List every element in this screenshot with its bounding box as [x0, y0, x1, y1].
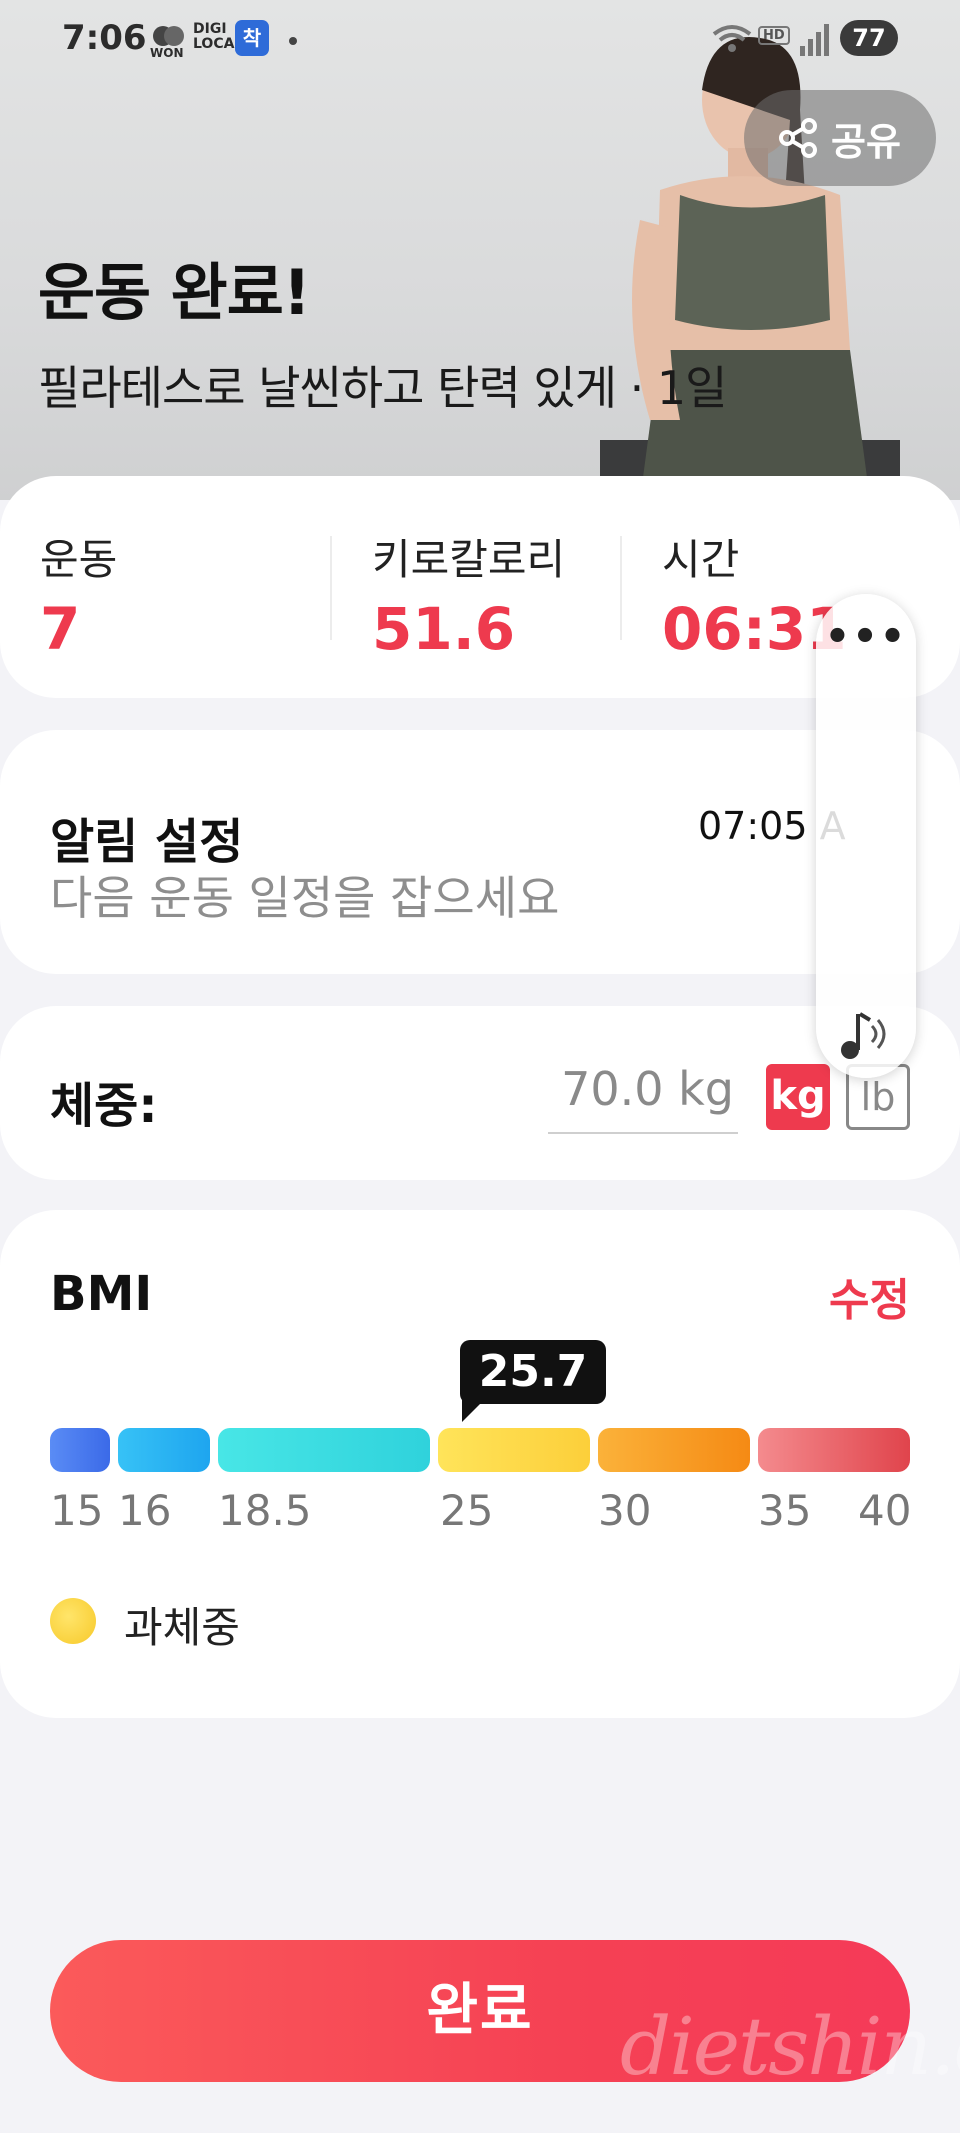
workout-subtitle: 필라테스로 날씬하고 탄력 있게 · 1일	[38, 361, 727, 415]
battery-indicator: 77	[840, 20, 898, 56]
bmi-segment-severe	[758, 1428, 910, 1472]
weight-input[interactable]: 70.0 kg	[548, 1062, 738, 1134]
won-label: WON	[150, 46, 184, 60]
status-time: 7:06	[62, 18, 147, 58]
stat-kcal: 키로칼로리 51.6	[372, 526, 565, 663]
bmi-segment-underweight-severe	[50, 1428, 110, 1472]
bmi-category-dot	[50, 1598, 96, 1644]
bmi-tick: 16	[118, 1486, 172, 1535]
stat-divider	[620, 536, 622, 640]
bmi-tick: 40	[858, 1486, 912, 1535]
bmi-title: BMI	[50, 1266, 153, 1322]
unit-kg-toggle[interactable]: kg	[766, 1064, 830, 1130]
digi-loca-label: DIGI LOCA	[193, 21, 235, 52]
bmi-tick: 25	[440, 1486, 494, 1535]
bmi-segment-obese	[598, 1428, 750, 1472]
notification-dot	[289, 37, 297, 45]
wifi-icon	[712, 25, 752, 52]
bmi-value-bubble: 25.7	[460, 1340, 606, 1404]
chak-app-icon: 착	[235, 20, 269, 56]
audio-icon[interactable]	[836, 1006, 896, 1062]
stat-exercise: 운동 7	[40, 526, 117, 663]
kcal-value: 51.6	[372, 595, 516, 663]
weight-label: 체중:	[50, 1078, 158, 1134]
bmi-tick: 18.5	[218, 1486, 312, 1535]
exercise-label: 운동	[40, 535, 118, 584]
bmi-tick: 15	[50, 1486, 104, 1535]
more-icon[interactable]: •••	[816, 614, 916, 660]
bmi-tick: 30	[598, 1486, 652, 1535]
bmi-card: BMI 수정 25.7 15 16 18.5 25 30 35 40 과체중	[0, 1210, 960, 1718]
stat-divider	[330, 536, 332, 640]
share-icon	[779, 118, 818, 158]
share-button[interactable]: 공유	[744, 90, 936, 186]
bmi-bubble-pointer	[462, 1400, 484, 1422]
bmi-segment-overweight	[438, 1428, 590, 1472]
bmi-segment-underweight	[118, 1428, 210, 1472]
bmi-edit-button[interactable]: 수정	[829, 1264, 910, 1328]
bmi-tick: 35	[758, 1486, 812, 1535]
share-label: 공유	[831, 119, 901, 164]
signal-icon	[800, 24, 829, 56]
status-bar: 7:06 WON DIGI LOCA 착 HD 77	[0, 0, 960, 80]
page-title: 운동 완료!	[38, 256, 311, 329]
hero-banner: 7:06 WON DIGI LOCA 착 HD 77 공유 운동 완료! 필라테…	[0, 0, 960, 500]
exercise-value: 7	[40, 595, 81, 663]
bmi-segment-normal	[218, 1428, 430, 1472]
alarm-subtitle: 다음 운동 일정을 잡으세요	[50, 871, 560, 925]
hd-icon: HD	[758, 26, 790, 45]
bmi-category-label: 과체중	[124, 1603, 240, 1652]
time-label: 시간	[662, 535, 740, 584]
floating-side-panel[interactable]: •••	[816, 594, 916, 1078]
watermark-text: dietshin.com	[620, 2000, 960, 2093]
kcal-label: 키로칼로리	[372, 535, 566, 584]
